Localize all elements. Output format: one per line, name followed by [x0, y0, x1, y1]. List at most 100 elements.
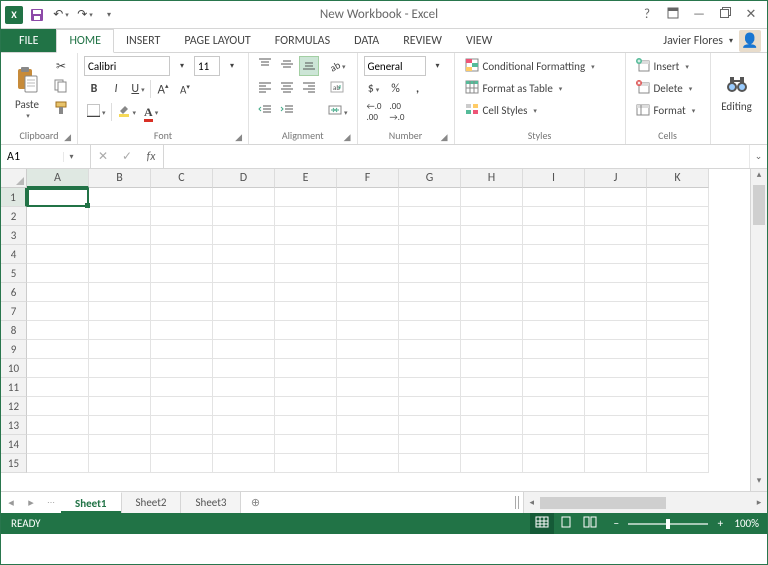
cell-E7[interactable]	[275, 302, 337, 321]
column-header-K[interactable]: K	[647, 169, 709, 188]
cell-F11[interactable]	[337, 378, 399, 397]
cell-E11[interactable]	[275, 378, 337, 397]
cell-J11[interactable]	[585, 378, 647, 397]
cell-G12[interactable]	[399, 397, 461, 416]
cell-G1[interactable]	[399, 188, 461, 207]
cell-I14[interactable]	[523, 435, 585, 454]
cell-J10[interactable]	[585, 359, 647, 378]
cell-A2[interactable]	[27, 207, 89, 226]
minimize-button[interactable]: —	[687, 4, 711, 26]
cell-G4[interactable]	[399, 245, 461, 264]
cell-D11[interactable]	[213, 378, 275, 397]
cell-I1[interactable]	[523, 188, 585, 207]
name-box-dropdown[interactable]: ▾	[63, 152, 79, 162]
cell-K7[interactable]	[647, 302, 709, 321]
cell-F8[interactable]	[337, 321, 399, 340]
scroll-right-button[interactable]: ▸	[751, 497, 767, 508]
cell-J3[interactable]	[585, 226, 647, 245]
zoom-level-label[interactable]: 100%	[734, 517, 767, 530]
cell-A12[interactable]	[27, 397, 89, 416]
cell-B7[interactable]	[89, 302, 151, 321]
sheet-nav-menu[interactable]: ⋯	[41, 492, 61, 513]
cell-E15[interactable]	[275, 454, 337, 473]
zoom-track[interactable]	[628, 523, 708, 525]
cell-B4[interactable]	[89, 245, 151, 264]
row-header-15[interactable]: 15	[1, 454, 27, 473]
cell-I12[interactable]	[523, 397, 585, 416]
cell-H1[interactable]	[461, 188, 523, 207]
decrease-indent-button[interactable]	[255, 102, 275, 122]
cell-H5[interactable]	[461, 264, 523, 283]
orientation-button[interactable]: ab	[327, 56, 349, 76]
fill-color-button[interactable]	[114, 102, 140, 122]
cell-G2[interactable]	[399, 207, 461, 226]
align-bottom-button[interactable]	[299, 56, 319, 76]
column-header-D[interactable]: D	[213, 169, 275, 188]
merge-center-button[interactable]	[325, 102, 351, 122]
cell-B5[interactable]	[89, 264, 151, 283]
tab-insert[interactable]: INSERT	[114, 29, 172, 52]
undo-button[interactable]: ↶	[51, 5, 71, 25]
cell-H10[interactable]	[461, 359, 523, 378]
cell-D4[interactable]	[213, 245, 275, 264]
cell-I6[interactable]	[523, 283, 585, 302]
cell-D7[interactable]	[213, 302, 275, 321]
row-header-10[interactable]: 10	[1, 359, 27, 378]
increase-decimal-button[interactable]: ←.0.00	[364, 102, 385, 122]
cell-A3[interactable]	[27, 226, 89, 245]
row-header-13[interactable]: 13	[1, 416, 27, 435]
cell-J4[interactable]	[585, 245, 647, 264]
cell-F13[interactable]	[337, 416, 399, 435]
vertical-scrollbar[interactable]: ▴ ▾	[750, 169, 767, 491]
font-name-input[interactable]	[84, 56, 170, 76]
decrease-decimal-button[interactable]: .00→.0	[387, 102, 408, 122]
alignment-dialog-launcher[interactable]: ◢	[344, 132, 351, 143]
cell-K13[interactable]	[647, 416, 709, 435]
cell-E1[interactable]	[275, 188, 337, 207]
cell-D10[interactable]	[213, 359, 275, 378]
delete-cells-button[interactable]: Delete	[632, 78, 704, 98]
font-size-input[interactable]	[194, 56, 220, 76]
expand-formula-bar-button[interactable]: ⌄	[749, 145, 767, 168]
percent-format-button[interactable]: %	[386, 79, 406, 99]
row-header-1[interactable]: 1	[1, 188, 27, 207]
cell-B13[interactable]	[89, 416, 151, 435]
cell-G14[interactable]	[399, 435, 461, 454]
font-color-button[interactable]: A	[141, 102, 161, 122]
cell-E13[interactable]	[275, 416, 337, 435]
row-header-9[interactable]: 9	[1, 340, 27, 359]
formula-input[interactable]	[164, 145, 749, 168]
cell-B6[interactable]	[89, 283, 151, 302]
row-header-14[interactable]: 14	[1, 435, 27, 454]
cell-C5[interactable]	[151, 264, 213, 283]
cell-K10[interactable]	[647, 359, 709, 378]
comma-format-button[interactable]: ,	[408, 79, 428, 99]
cell-A5[interactable]	[27, 264, 89, 283]
cell-C7[interactable]	[151, 302, 213, 321]
cell-I11[interactable]	[523, 378, 585, 397]
cell-G13[interactable]	[399, 416, 461, 435]
conditional-formatting-button[interactable]: Conditional Formatting	[461, 56, 619, 76]
cell-B11[interactable]	[89, 378, 151, 397]
cell-A8[interactable]	[27, 321, 89, 340]
align-top-button[interactable]	[255, 56, 275, 76]
cell-K6[interactable]	[647, 283, 709, 302]
cell-B3[interactable]	[89, 226, 151, 245]
cell-K3[interactable]	[647, 226, 709, 245]
cell-C8[interactable]	[151, 321, 213, 340]
cell-K11[interactable]	[647, 378, 709, 397]
cell-H8[interactable]	[461, 321, 523, 340]
increase-font-button[interactable]: A▴	[153, 79, 173, 99]
cell-J1[interactable]	[585, 188, 647, 207]
cell-J8[interactable]	[585, 321, 647, 340]
cell-B9[interactable]	[89, 340, 151, 359]
cell-J13[interactable]	[585, 416, 647, 435]
cell-D3[interactable]	[213, 226, 275, 245]
ribbon-display-options-button[interactable]	[661, 4, 685, 26]
cut-button[interactable]: ✂	[51, 56, 71, 76]
sheet-tab-sheet2[interactable]: Sheet2	[122, 492, 182, 513]
cell-D1[interactable]	[213, 188, 275, 207]
tab-formulas[interactable]: FORMULAS	[263, 29, 342, 52]
tab-home[interactable]: HOME	[56, 29, 114, 53]
column-header-I[interactable]: I	[523, 169, 585, 188]
